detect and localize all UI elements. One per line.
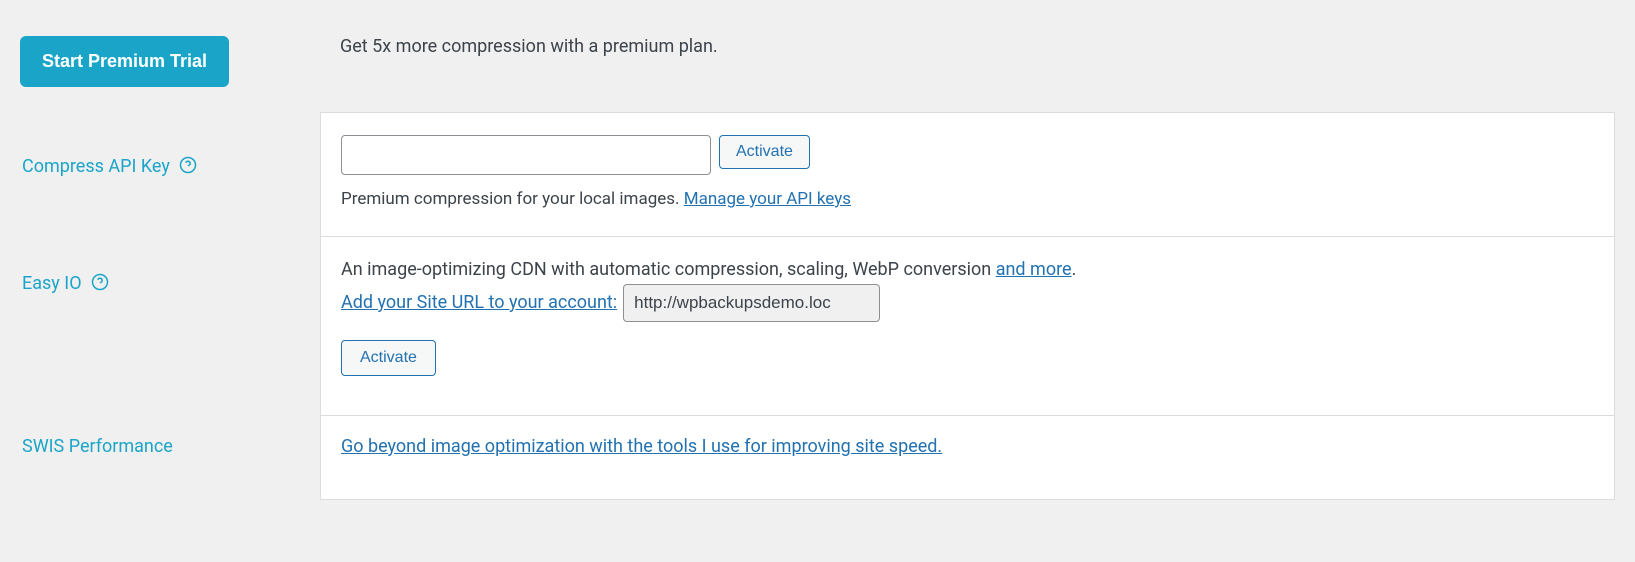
swis-performance-label: SWIS Performance bbox=[22, 436, 173, 457]
compress-api-description: Premium compression for your local image… bbox=[341, 189, 684, 209]
easy-io-label: Easy IO bbox=[22, 273, 82, 294]
and-more-link[interactable]: and more bbox=[996, 259, 1072, 280]
activate-api-key-button[interactable]: Activate bbox=[719, 135, 810, 169]
add-site-url-link[interactable]: Add your Site URL to your account: bbox=[341, 287, 617, 319]
activate-easy-io-button[interactable]: Activate bbox=[341, 340, 436, 376]
compress-api-key-input[interactable] bbox=[341, 135, 711, 175]
swis-performance-link[interactable]: Go beyond image optimization with the to… bbox=[341, 436, 942, 457]
manage-api-keys-link[interactable]: Manage your API keys bbox=[684, 189, 851, 209]
easy-io-description: An image-optimizing CDN with automatic c… bbox=[341, 259, 996, 280]
help-icon[interactable] bbox=[91, 273, 109, 295]
help-icon[interactable] bbox=[179, 156, 197, 178]
compress-api-key-label: Compress API Key bbox=[22, 156, 170, 177]
premium-description: Get 5x more compression with a premium p… bbox=[340, 20, 1615, 57]
start-premium-trial-button[interactable]: Start Premium Trial bbox=[20, 36, 229, 87]
site-url-input[interactable] bbox=[623, 284, 880, 322]
